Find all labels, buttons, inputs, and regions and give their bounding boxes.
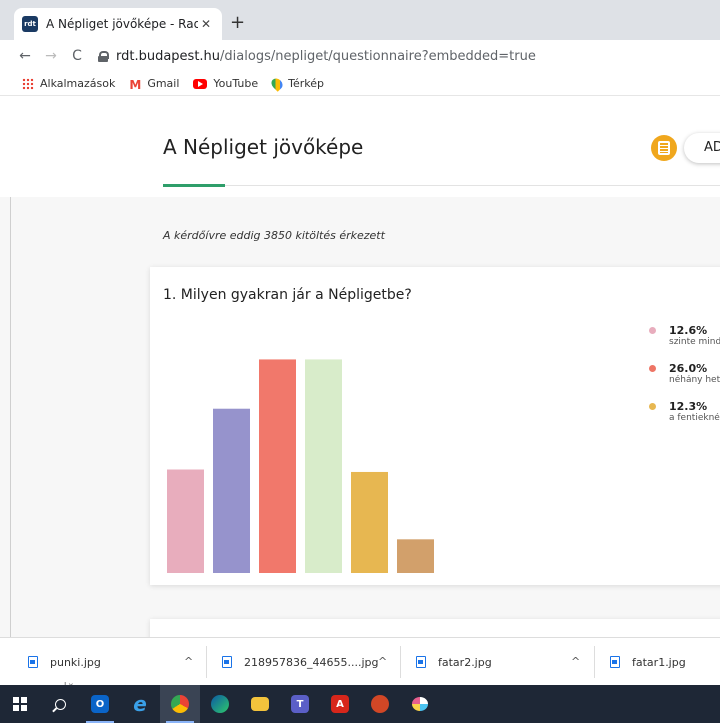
title-underline	[163, 184, 225, 187]
chart-bar-5	[351, 471, 388, 573]
page-content: A Népliget jövőképe AD A kérdőívre eddig…	[0, 97, 720, 637]
tab-close-icon[interactable]: ✕	[198, 17, 214, 31]
bookmark-label: Gmail	[147, 77, 180, 90]
legend-item: 26.0% néhány hetente	[647, 362, 720, 400]
teams-icon[interactable]: T	[280, 685, 320, 723]
legend-dot	[649, 403, 656, 410]
chevron-up-icon[interactable]: ^	[378, 655, 387, 668]
back-button[interactable]: ←	[12, 48, 38, 64]
download-separator	[594, 646, 595, 678]
paint-icon[interactable]	[400, 685, 440, 723]
download-item[interactable]: fatar2.jpg	[416, 638, 492, 686]
browser-tab-active[interactable]: rdt A Népliget jövőképe - Radó Dezső ✕	[14, 8, 222, 40]
download-filename: punki.jpg	[50, 655, 101, 669]
powerpoint-icon[interactable]	[360, 685, 400, 723]
download-item[interactable]: punki.jpg	[28, 638, 101, 686]
question-card: 1. Milyen gyakran jár a Népligetbe? 12.6…	[150, 267, 720, 585]
chrome-icon[interactable]	[160, 685, 200, 723]
page-header: A Népliget jövőképe AD	[0, 97, 720, 197]
address-bar: ← → C rdt.budapest.hu/dialogs/nepliget/q…	[0, 40, 720, 72]
bar-chart	[167, 359, 434, 573]
chart-bar-3	[259, 359, 296, 573]
chevron-up-icon[interactable]: ^	[571, 655, 580, 668]
bookmark-apps[interactable]: Alkalmazások	[22, 77, 115, 90]
bookmark-gmail[interactable]: M Gmail	[129, 77, 180, 92]
legend-label: néhány hetente	[669, 375, 720, 385]
edge-icon[interactable]	[200, 685, 240, 723]
search-icon[interactable]	[40, 685, 80, 723]
file-icon	[610, 656, 620, 668]
bookmarks-bar: Alkalmazások M Gmail YouTube Térkép	[0, 72, 720, 96]
bookmark-label: Alkalmazások	[40, 77, 116, 90]
url-host: rdt.budapest.hu	[116, 48, 221, 64]
legend-value: 26.0%	[669, 362, 708, 375]
download-item[interactable]: 218957836_44655....jpg	[222, 638, 379, 686]
download-filename: fatar1.jpg	[632, 655, 686, 669]
header-divider	[163, 185, 720, 186]
file-icon	[28, 656, 38, 668]
legend-value: 12.3%	[669, 400, 708, 413]
legend-dot	[649, 327, 656, 334]
questionnaire-icon[interactable]	[651, 135, 677, 161]
tab-title: A Népliget jövőképe - Radó Dezső	[46, 17, 198, 31]
legend-dot	[649, 365, 656, 372]
bookmark-label: YouTube	[213, 77, 259, 90]
legend-label: szinte mindennap	[669, 337, 720, 347]
chart-bar-4	[305, 359, 342, 573]
download-filename: 218957836_44655....jpg	[244, 655, 379, 669]
downloads-bar: punki.jpg ^ 218957836_44655....jpg ^ fat…	[0, 637, 720, 685]
response-count-text: A kérdőívre eddig 3850 kitöltés érkezett	[163, 229, 385, 242]
maps-pin-icon	[269, 75, 285, 92]
acrobat-icon[interactable]: A	[320, 685, 360, 723]
file-icon	[222, 656, 232, 668]
legend-item: 12.3% a fentieknél ritkábban	[647, 400, 720, 438]
chart-bar-6	[397, 539, 434, 573]
bookmark-maps[interactable]: Térkép	[269, 75, 325, 92]
gmail-icon: M	[129, 77, 142, 92]
download-item[interactable]: fatar1.jpg	[610, 638, 686, 686]
chart-bar-2	[213, 408, 250, 573]
download-filename: fatar2.jpg	[438, 655, 492, 669]
chart-legend: 12.6% szinte mindennap 26.0% néhány hete…	[647, 324, 720, 438]
legend-label: a fentieknél ritkábban	[669, 413, 720, 423]
apps-grid-icon	[22, 77, 34, 90]
ad-button[interactable]: AD	[684, 133, 720, 163]
bookmark-youtube[interactable]: YouTube	[193, 77, 258, 90]
bookmark-label: Térkép	[288, 77, 325, 90]
lock-icon[interactable]	[98, 50, 109, 62]
page-title: A Népliget jövőképe	[163, 135, 364, 159]
reload-button[interactable]: C	[64, 48, 90, 64]
download-separator	[400, 646, 401, 678]
next-question-card	[150, 619, 720, 637]
outlook-icon[interactable]: O	[80, 685, 120, 723]
legend-value: 12.6%	[669, 324, 708, 337]
chevron-up-icon[interactable]: ^	[184, 655, 193, 668]
browser-tab-bar: rdt A Népliget jövőképe - Radó Dezső ✕ +	[0, 0, 720, 40]
legend-item: 12.6% szinte mindennap	[647, 324, 720, 362]
youtube-icon	[193, 78, 208, 89]
windows-taskbar: O e T A	[0, 685, 720, 723]
url-path: /dialogs/nepliget/questionnaire?embedded…	[220, 48, 536, 64]
site-favicon-icon: rdt	[22, 16, 38, 32]
file-explorer-icon[interactable]	[240, 685, 280, 723]
url-field[interactable]: rdt.budapest.hu/dialogs/nepliget/questio…	[98, 49, 536, 64]
forward-button[interactable]: →	[38, 48, 64, 64]
internet-explorer-icon[interactable]: e	[120, 685, 160, 723]
file-icon	[416, 656, 426, 668]
chart-bar-1	[167, 469, 204, 573]
new-tab-button[interactable]: +	[230, 12, 245, 33]
download-separator	[206, 646, 207, 678]
windows-start-icon[interactable]	[0, 685, 40, 723]
